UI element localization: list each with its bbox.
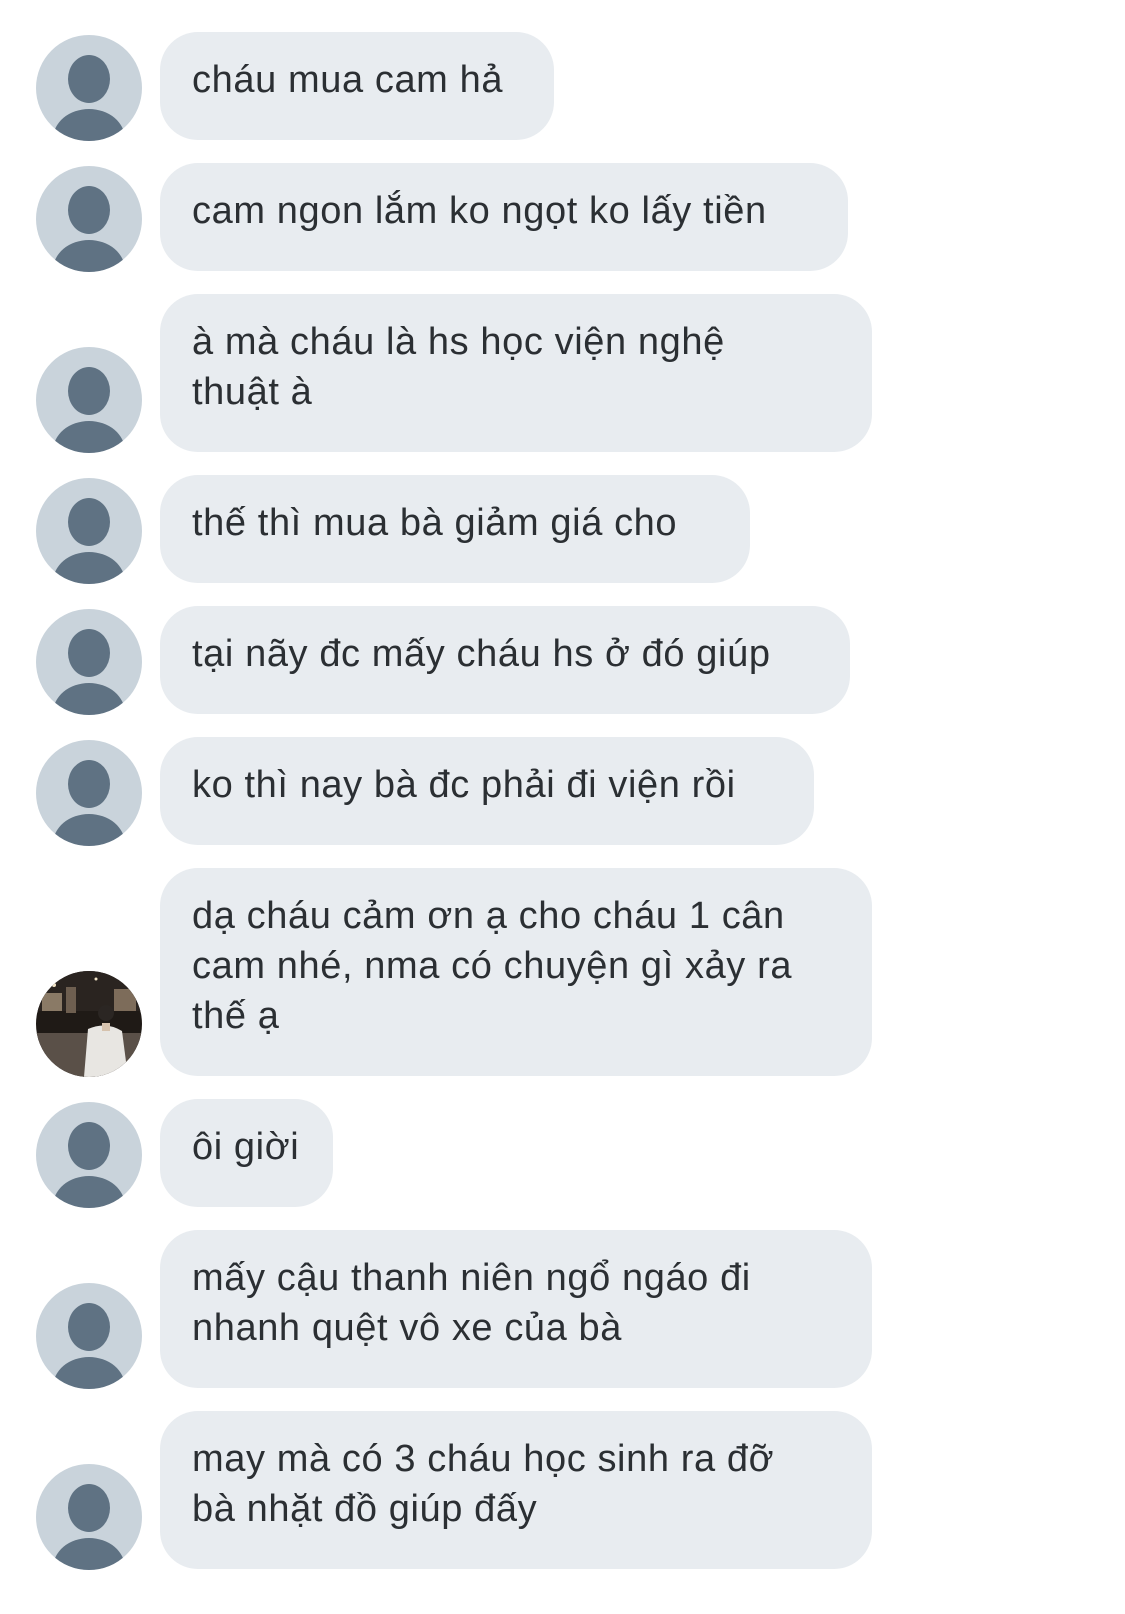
message-text: nhanh quệt vô xe của bà (192, 1307, 623, 1349)
message-row: dạ cháu cảm ơn ạ cho cháu 1 cân cam nhé,… (0, 868, 1125, 1077)
message-bubble[interactable]: tại nãy đc mấy cháu hs ở đó giúp (160, 606, 850, 714)
message-row: cháu mua cam hả (0, 32, 1125, 141)
default-person-icon[interactable] (36, 1464, 142, 1570)
message-row: ko thì nay bà đc phải đi viện rồi (0, 737, 1125, 846)
default-person-icon[interactable] (36, 609, 142, 715)
message-text: may mà có 3 cháu học sinh ra đỡ (192, 1438, 775, 1480)
message-bubble[interactable]: cháu mua cam hả (160, 32, 554, 140)
default-person-icon[interactable] (36, 478, 142, 584)
message-row: tại nãy đc mấy cháu hs ở đó giúp (0, 606, 1125, 715)
default-person-icon[interactable] (36, 35, 142, 141)
message-bubble[interactable]: thế thì mua bà giảm giá cho (160, 475, 750, 583)
message-bubble[interactable]: mấy cậu thanh niên ngổ ngáo đi nhanh quệ… (160, 1230, 872, 1388)
message-text: tại nãy đc mấy cháu hs ở đó giúp (192, 633, 771, 675)
message-bubble[interactable]: ôi giời (160, 1099, 333, 1207)
message-row: cam ngon lắm ko ngọt ko lấy tiền (0, 163, 1125, 272)
default-person-icon[interactable] (36, 1283, 142, 1389)
message-row: may mà có 3 cháu học sinh ra đỡ bà nhặt … (0, 1411, 1125, 1614)
chat-thread: cháu mua cam hả cam ngon lắm ko ngọt ko … (0, 0, 1125, 1614)
user-photo-avatar[interactable] (36, 971, 142, 1077)
message-bubble[interactable]: dạ cháu cảm ơn ạ cho cháu 1 cân cam nhé,… (160, 868, 872, 1076)
message-bubble[interactable]: à mà cháu là hs học viện nghệ thuật à (160, 294, 872, 452)
message-text: ôi giời (192, 1126, 300, 1168)
message-row: ôi giời (0, 1099, 1125, 1208)
message-text: cháu mua cam hả (192, 59, 504, 101)
message-text: ko thì nay bà đc phải đi viện rồi (192, 764, 736, 806)
message-text: à mà cháu là hs học viện nghệ (192, 321, 725, 363)
message-text: dạ cháu cảm ơn ạ cho cháu 1 cân (192, 895, 785, 937)
default-person-icon[interactable] (36, 166, 142, 272)
message-row: thế thì mua bà giảm giá cho (0, 475, 1125, 584)
default-person-icon[interactable] (36, 1102, 142, 1208)
message-text: thuật à (192, 371, 313, 413)
message-bubble[interactable]: cam ngon lắm ko ngọt ko lấy tiền (160, 163, 848, 271)
message-row: mấy cậu thanh niên ngổ ngáo đi nhanh quệ… (0, 1230, 1125, 1389)
message-bubble[interactable]: may mà có 3 cháu học sinh ra đỡ bà nhặt … (160, 1411, 872, 1569)
message-text: thế ạ (192, 995, 280, 1037)
message-text: thế thì mua bà giảm giá cho (192, 502, 678, 544)
message-text: bà nhặt đồ giúp đấy (192, 1488, 538, 1530)
message-text: mấy cậu thanh niên ngổ ngáo đi (192, 1257, 751, 1299)
message-row: à mà cháu là hs học viện nghệ thuật à (0, 294, 1125, 453)
message-bubble[interactable]: ko thì nay bà đc phải đi viện rồi (160, 737, 814, 845)
default-person-icon[interactable] (36, 347, 142, 453)
message-text: cam nhé, nma có chuyện gì xảy ra (192, 945, 793, 987)
default-person-icon[interactable] (36, 740, 142, 846)
message-text: cam ngon lắm ko ngọt ko lấy tiền (192, 190, 767, 232)
